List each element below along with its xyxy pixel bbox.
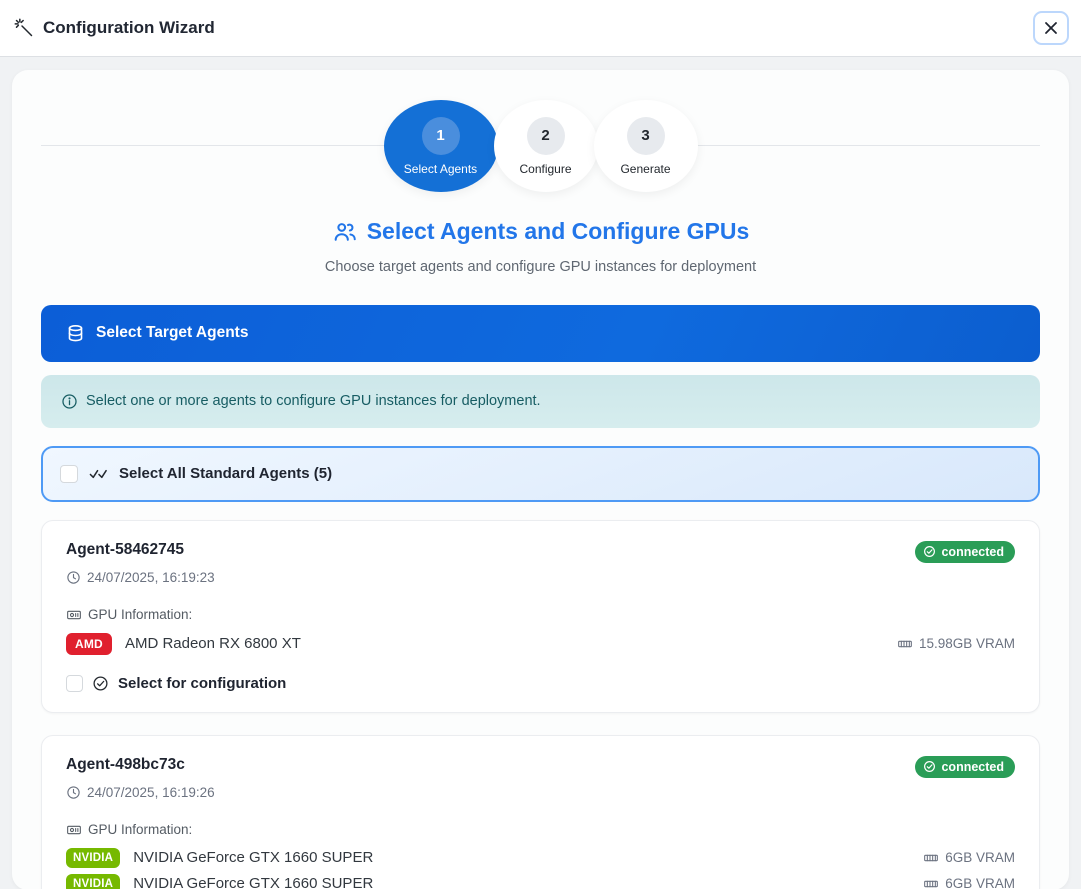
step-number: 1 xyxy=(421,116,460,155)
clock-icon xyxy=(67,570,80,584)
gpu-vram-text: 6GB VRAM xyxy=(945,876,1015,889)
gpu-vram: 6GB VRAM xyxy=(923,850,1015,866)
step-select-agents[interactable]: 1 Select Agents xyxy=(383,100,498,192)
dialog-title-text: Configuration Wizard xyxy=(43,18,215,37)
gpu-information-text: GPU Information: xyxy=(88,822,193,837)
agent-card: Agent-498bc73c connected 24/07/2025, 16:… xyxy=(41,734,1040,889)
agent-name: Agent-58462745 xyxy=(66,540,185,558)
step-label: Select Agents xyxy=(403,161,478,176)
select-all-agents-bar[interactable]: Select All Standard Agents (5) xyxy=(41,445,1040,502)
gpu-vram-text: 15.98GB VRAM xyxy=(918,636,1015,651)
gpu-vendor-badge: NVIDIA xyxy=(66,847,121,868)
agent-timestamp-text: 24/07/2025, 16:19:26 xyxy=(87,784,215,800)
info-icon xyxy=(62,393,77,409)
gpu-row: NVIDIA NVIDIA GeForce GTX 1660 SUPER 6GB… xyxy=(66,873,1015,889)
gpu-vram: 6GB VRAM xyxy=(923,876,1015,889)
select-agent-checkbox[interactable] xyxy=(66,674,83,692)
dialog-title: Configuration Wizard xyxy=(14,18,215,38)
wand-icon xyxy=(14,18,33,37)
close-icon xyxy=(1045,22,1057,34)
gpu-vendor-badge: AMD xyxy=(66,632,112,655)
gpu-row: AMD AMD Radeon RX 6800 XT 15.98GB VRAM xyxy=(66,632,1015,655)
agent-card: Agent-58462745 connected 24/07/2025, 16:… xyxy=(41,519,1040,713)
gpu-vram: 15.98GB VRAM xyxy=(897,636,1015,652)
gpu-model: NVIDIA GeForce GTX 1660 SUPER xyxy=(133,875,374,889)
panel-header-select-target-agents: Select Target Agents xyxy=(41,304,1040,362)
info-alert: Select one or more agents to configure G… xyxy=(41,374,1040,428)
select-for-configuration-row[interactable]: Select for configuration xyxy=(66,674,1015,692)
page-subtitle: Choose target agents and configure GPU i… xyxy=(324,258,757,275)
info-alert-text: Select one or more agents to configure G… xyxy=(86,393,541,409)
dialog-header: Configuration Wizard xyxy=(0,0,1081,57)
gpu-row: NVIDIA NVIDIA GeForce GTX 1660 SUPER 6GB… xyxy=(66,847,1015,868)
step-configure[interactable]: 2 Configure xyxy=(493,100,598,192)
step-number: 3 xyxy=(626,116,665,155)
people-icon xyxy=(334,222,356,241)
panel-header-text: Select Target Agents xyxy=(96,324,249,341)
double-check-icon xyxy=(89,469,107,478)
page-title-text: Select Agents and Configure GPUs xyxy=(366,218,750,244)
ram-icon xyxy=(924,854,939,861)
select-all-label: Select All Standard Agents (5) xyxy=(119,465,333,482)
clock-icon xyxy=(67,785,80,799)
select-all-checkbox[interactable] xyxy=(60,464,78,483)
status-badge-text: connected xyxy=(941,759,1004,774)
select-for-configuration-label: Select for configuration xyxy=(118,674,287,692)
gpu-vendor-badge: NVIDIA xyxy=(66,873,121,889)
agent-timestamp: 24/07/2025, 16:19:23 xyxy=(66,570,1015,585)
step-label: Generate xyxy=(620,161,671,176)
ram-icon xyxy=(898,640,912,647)
agent-timestamp: 24/07/2025, 16:19:26 xyxy=(66,785,1015,800)
agent-name: Agent-498bc73c xyxy=(66,755,185,773)
gpu-model: NVIDIA GeForce GTX 1660 SUPER xyxy=(133,849,374,866)
stepper: 1 Select Agents 2 Configure 3 Generate xyxy=(12,70,1069,192)
database-icon xyxy=(68,324,83,341)
status-badge: connected xyxy=(915,755,1015,778)
gpu-icon xyxy=(67,610,81,619)
check-circle-icon xyxy=(93,675,108,691)
step-label: Configure xyxy=(519,161,572,176)
wizard-body-card: 1 Select Agents 2 Configure 3 Generate S… xyxy=(12,70,1069,889)
gpu-icon xyxy=(67,825,81,834)
agent-timestamp-text: 24/07/2025, 16:19:23 xyxy=(87,569,215,585)
ram-icon xyxy=(924,880,939,887)
close-button[interactable] xyxy=(1033,11,1069,45)
gpu-vram-text: 6GB VRAM xyxy=(945,850,1015,865)
gpu-information-text: GPU Information: xyxy=(88,607,193,622)
page-title: Select Agents and Configure GPUs xyxy=(332,218,750,245)
check-circle-icon xyxy=(924,546,936,557)
step-generate[interactable]: 3 Generate xyxy=(593,100,698,192)
check-circle-icon xyxy=(924,761,936,772)
gpu-information-label: GPU Information: xyxy=(66,607,1015,623)
status-badge: connected xyxy=(915,540,1015,563)
gpu-information-label: GPU Information: xyxy=(66,822,1015,838)
status-badge-text: connected xyxy=(941,544,1004,559)
step-number: 2 xyxy=(526,116,565,155)
gpu-model: AMD Radeon RX 6800 XT xyxy=(124,635,301,652)
